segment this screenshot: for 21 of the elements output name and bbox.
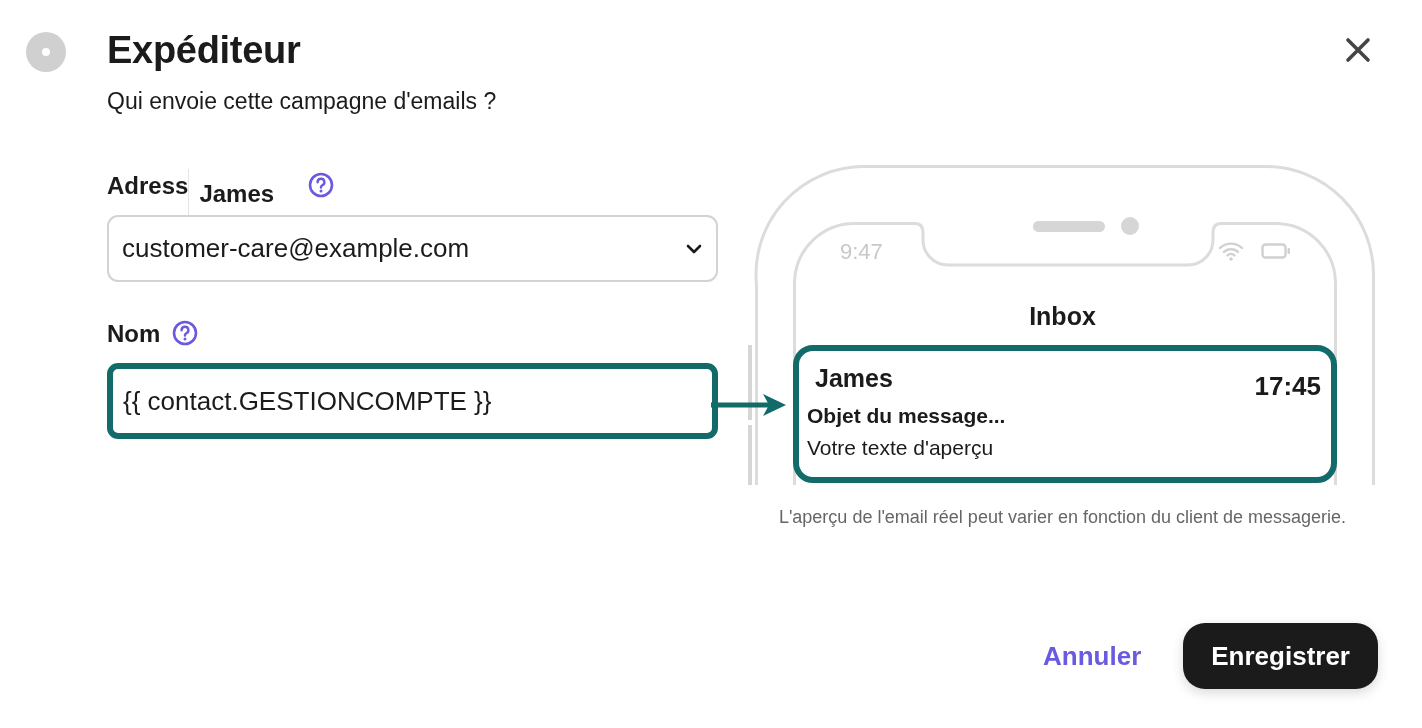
email-time: 17:45	[1254, 371, 1321, 401]
battery-icon	[1261, 243, 1291, 259]
sender-address-select[interactable]: customer-care@example.com	[107, 215, 718, 282]
wifi-icon	[1218, 241, 1244, 261]
help-icon[interactable]	[308, 172, 335, 198]
help-icon[interactable]	[172, 320, 199, 346]
inbox-title: Inbox	[1028, 301, 1097, 331]
email-subject: Objet du message...	[807, 403, 1007, 429]
step-indicator-icon	[26, 32, 66, 72]
sender-name-field[interactable]: {{ contact.GESTIONCOMPTE }}	[107, 363, 718, 439]
field-label: Adress	[107, 171, 189, 201]
email-sender: James	[815, 363, 893, 393]
save-button[interactable]: Enregistrer	[1183, 623, 1378, 689]
close-icon	[1345, 37, 1371, 63]
chevron-down-icon	[686, 243, 702, 254]
dialog-title: Expéditeur	[107, 28, 302, 72]
email-preview-text: Votre texte d'aperçu	[807, 435, 995, 461]
cancel-button[interactable]: Annuler	[1043, 640, 1142, 672]
field-label: Nom	[107, 319, 161, 349]
preview-disclaimer: L'aperçu de l'email réel peut varier en fonction du client de messagerie.	[777, 506, 1348, 529]
dialog-subtitle: Qui envoie cette campagne d'emails ?	[107, 87, 498, 116]
